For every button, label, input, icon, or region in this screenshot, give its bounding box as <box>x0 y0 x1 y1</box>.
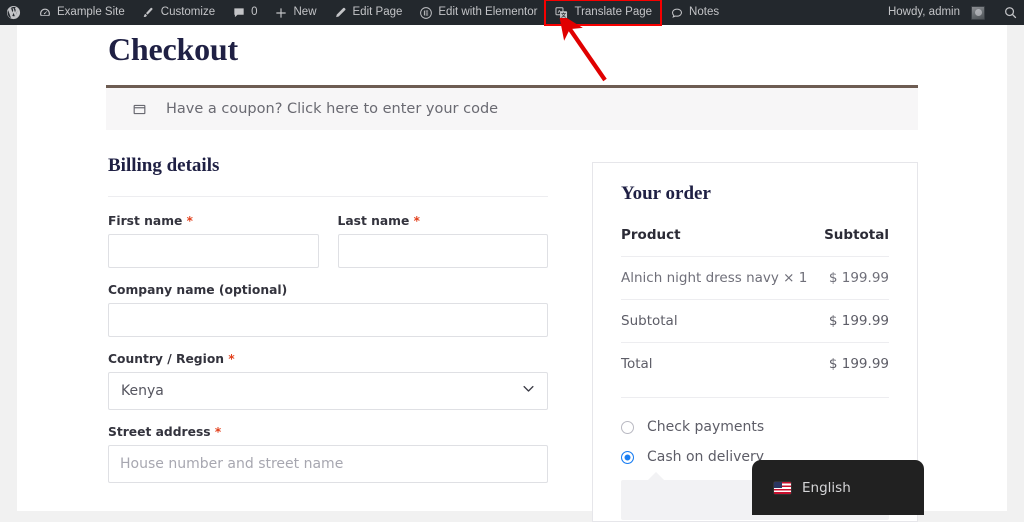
order-subtotal-label: Subtotal <box>621 299 820 343</box>
order-table-head: Product Subtotal <box>621 227 889 257</box>
page-title: Checkout <box>108 31 238 67</box>
radio-cash-on-delivery[interactable] <box>621 450 634 464</box>
translate-page-label: Translate Page <box>574 6 653 18</box>
language-switcher-label: English <box>802 479 851 496</box>
country-selected-value: Kenya <box>121 383 164 399</box>
admin-bar-right-group: Howdy, admin <box>882 0 1024 25</box>
required-mark: * <box>413 214 420 228</box>
billing-divider <box>108 196 548 197</box>
plus-icon <box>274 5 289 20</box>
last-name-label: Last name * <box>338 214 549 228</box>
first-name-input[interactable] <box>108 234 319 268</box>
country-label-text: Country / Region <box>108 352 225 366</box>
elementor-icon <box>418 5 433 20</box>
last-name-label-text: Last name <box>337 214 410 228</box>
howdy-label: Howdy, admin <box>887 6 960 18</box>
order-col-product: Product <box>621 227 681 243</box>
page-content-sheet: Checkout Have a coupon? Click here to en… <box>17 25 1007 522</box>
radio-check-payments[interactable] <box>621 420 634 434</box>
admin-bar-edit-with-elementor[interactable]: Edit with Elementor <box>410 0 545 25</box>
payment-method-check-payments[interactable]: Check payments <box>621 412 889 442</box>
order-line-item-amount: $ 199.99 <box>819 256 889 300</box>
note-bubble-icon <box>669 5 684 20</box>
admin-bar-new-content[interactable]: New <box>266 0 325 25</box>
admin-bar-my-account[interactable]: Howdy, admin <box>882 0 993 25</box>
table-row: Total $ 199.99 <box>621 342 889 385</box>
translate-icon: A 文 <box>554 5 569 20</box>
comment-count: 0 <box>251 6 258 18</box>
paintbrush-icon <box>141 5 156 20</box>
country-select-wrap: Kenya <box>108 372 548 410</box>
edit-with-elementor-label: Edit with Elementor <box>438 6 538 18</box>
order-heading: Your order <box>621 183 711 204</box>
street-address-label: Street address * <box>108 425 548 439</box>
wordpress-icon <box>6 5 21 20</box>
dashboard-icon <box>37 5 52 20</box>
required-mark: * <box>186 214 193 228</box>
payment-method-label: Check payments <box>647 419 765 435</box>
country-select[interactable]: Kenya <box>108 372 548 410</box>
table-row: Subtotal $ 199.99 <box>621 299 889 343</box>
order-subtotal-amount: $ 199.99 <box>819 299 889 343</box>
required-mark: * <box>214 425 222 439</box>
admin-bar-site-name[interactable]: Example Site <box>29 0 133 25</box>
country-label: Country / Region * <box>108 352 548 366</box>
order-table-header-row: Product Subtotal <box>621 227 889 257</box>
last-name-group: Last name * <box>337 214 549 268</box>
payment-method-label: Cash on delivery <box>647 449 765 465</box>
order-col-subtotal: Subtotal <box>824 227 889 243</box>
country-group: Country / Region * Kenya <box>108 352 548 410</box>
edit-page-label: Edit Page <box>352 6 403 18</box>
table-row: Alnich night dress navy × 1 $ 199.99 <box>621 256 889 300</box>
name-fields-row: First name * Last name * <box>108 214 548 268</box>
notes-label: Notes <box>689 6 720 18</box>
street-address-group: Street address * <box>108 425 548 483</box>
first-name-label-text: First name <box>108 214 183 228</box>
coupon-notice[interactable]: Have a coupon? Click here to enter your … <box>106 85 918 130</box>
admin-bar-left-group: Example Site Customize 0 New Edit Page E… <box>0 0 727 26</box>
search-icon[interactable] <box>1003 5 1018 20</box>
street-address-label-text: Street address <box>108 425 211 439</box>
last-name-input[interactable] <box>337 234 548 268</box>
billing-heading: Billing details <box>108 155 220 176</box>
admin-bar-edit-page[interactable]: Edit Page <box>325 0 411 25</box>
street-address-input[interactable] <box>108 445 548 483</box>
first-name-group: First name * <box>108 214 319 268</box>
order-line-item-label: Alnich night dress navy × 1 <box>621 256 820 300</box>
required-mark: * <box>228 352 235 366</box>
site-name-label: Example Site <box>57 6 125 18</box>
order-total-amount: $ 199.99 <box>819 342 889 385</box>
first-name-label: First name * <box>108 214 319 228</box>
wp-logo-menu[interactable] <box>0 0 29 25</box>
us-flag-icon <box>774 481 791 494</box>
comment-bubble-icon <box>231 5 246 20</box>
language-switcher-widget[interactable]: English <box>752 460 924 515</box>
company-group: Company name (optional) <box>108 283 548 337</box>
avatar <box>971 5 985 20</box>
company-label: Company name (optional) <box>108 283 288 297</box>
admin-bar-customize[interactable]: Customize <box>133 0 223 25</box>
admin-bar-notes[interactable]: Notes <box>661 0 727 25</box>
admin-bar-translate-page[interactable]: A 文 Translate Page <box>544 0 663 26</box>
new-content-label: New <box>293 6 317 18</box>
admin-bar-comments[interactable]: 0 <box>223 0 265 25</box>
order-total-label: Total <box>621 342 820 385</box>
site-canvas: Checkout Have a coupon? Click here to en… <box>0 25 1024 522</box>
coupon-tag-icon <box>132 102 147 117</box>
order-summary-table: Product Subtotal Alnich night dress navy… <box>621 227 889 385</box>
coupon-notice-text: Have a coupon? Click here to enter your … <box>166 101 499 117</box>
wp-admin-bar: Example Site Customize 0 New Edit Page E… <box>0 0 1024 26</box>
order-table-body: Alnich night dress navy × 1 $ 199.99 Sub… <box>621 256 889 385</box>
pencil-icon <box>333 5 348 20</box>
customize-label: Customize <box>160 6 216 18</box>
billing-details-section: Billing details First name * Last name * <box>108 155 548 498</box>
company-input[interactable] <box>108 303 548 337</box>
